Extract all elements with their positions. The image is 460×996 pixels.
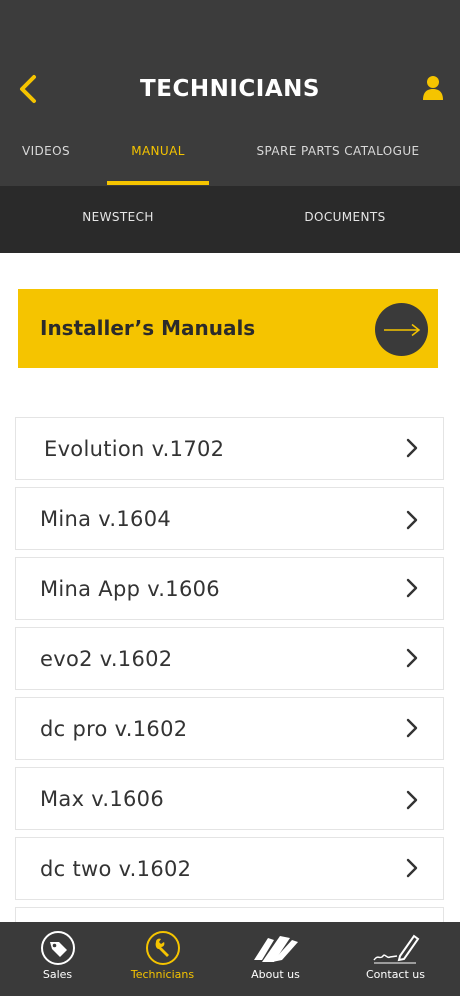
installers-manuals-banner[interactable]: Installer’s Manuals — [18, 289, 438, 368]
nav-label: Contact us — [366, 968, 425, 981]
chevron-right-icon — [406, 858, 418, 878]
manual-label: Max v.1606 — [40, 787, 165, 811]
list-item[interactable]: Mina App v.1606 — [15, 557, 444, 620]
manual-label: Mina App v.1606 — [40, 577, 220, 601]
chevron-right-icon — [406, 718, 418, 738]
nav-sales[interactable]: Sales — [0, 922, 115, 996]
chevron-right-icon — [406, 438, 418, 458]
main-tabs: VIDEOS MANUAL SPARE PARTS CATALOGUE — [0, 132, 460, 186]
tab-spare-parts-catalogue[interactable]: SPARE PARTS CATALOGUE — [240, 132, 436, 186]
wrench-icon — [145, 931, 180, 965]
list-item[interactable]: Mina v.1604 — [15, 487, 444, 550]
manual-label: evo2 v.1602 — [40, 647, 173, 671]
tag-icon — [40, 931, 75, 965]
manual-label: dc two v.1602 — [40, 857, 192, 881]
user-icon — [423, 76, 443, 100]
active-tab-indicator — [107, 181, 209, 185]
subtab-documents[interactable]: DOCUMENTS — [230, 186, 460, 253]
sub-tabs: NEWSTECH DOCUMENTS — [0, 186, 460, 253]
arrow-right-icon — [383, 323, 420, 336]
nav-about-us[interactable]: About us — [218, 922, 333, 996]
list-item[interactable]: Evolution v.1702 — [15, 417, 444, 480]
profile-button[interactable] — [420, 72, 446, 104]
app-header: TECHNICIANS VIDEOS MANUAL SPARE PARTS CA… — [0, 0, 460, 186]
tab-videos[interactable]: VIDEOS — [0, 132, 92, 186]
list-item[interactable]: Max v.1606 — [15, 767, 444, 830]
nav-technicians[interactable]: Technicians — [105, 922, 220, 996]
chevron-right-icon — [406, 578, 418, 598]
manual-label: Mina v.1604 — [40, 507, 172, 531]
chevron-right-icon — [406, 790, 418, 810]
manual-label: Evolution v.1702 — [44, 437, 225, 461]
nav-contact-us[interactable]: Contact us — [338, 922, 453, 996]
chevron-right-icon — [406, 510, 418, 530]
brush-stroke-icon — [253, 936, 298, 962]
nav-label: Sales — [42, 968, 73, 981]
nav-label: About us — [251, 968, 300, 981]
subtab-newstech[interactable]: NEWSTECH — [0, 186, 236, 253]
list-item[interactable]: evo2 v.1602 — [15, 627, 444, 690]
list-item[interactable]: dc two v.1602 — [15, 837, 444, 900]
banner-title: Installer’s Manuals — [40, 316, 256, 340]
chevron-right-icon — [406, 648, 418, 668]
list-item[interactable]: dc pro v.1602 — [15, 697, 444, 760]
pen-signature-icon — [372, 934, 419, 964]
tab-manual[interactable]: MANUAL — [107, 132, 209, 186]
manual-label: dc pro v.1602 — [40, 717, 188, 741]
banner-arrow-button[interactable] — [375, 303, 428, 356]
nav-label: Technicians — [130, 968, 195, 981]
bottom-navigation: Sales Technicians About us Contact us — [0, 922, 460, 996]
page-title: TECHNICIANS — [140, 76, 320, 102]
